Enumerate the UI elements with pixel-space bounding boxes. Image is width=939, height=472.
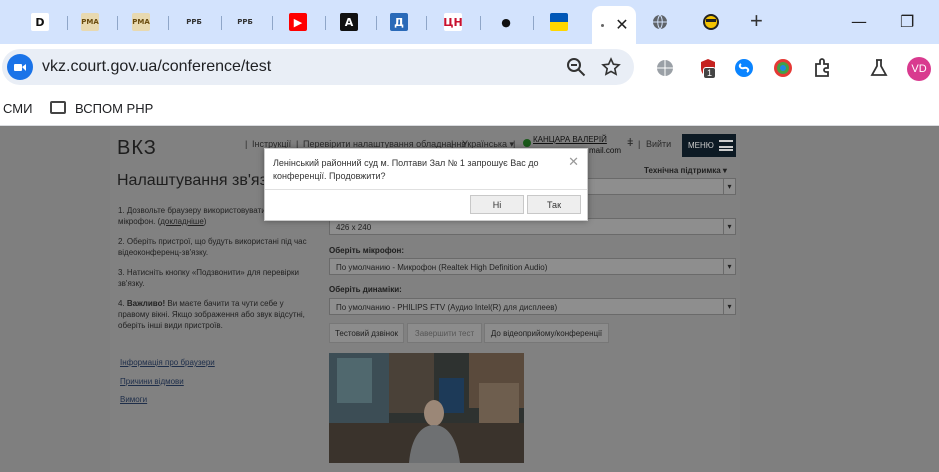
bookmarks-bar: СМИ ВСПОМ PHP [0, 92, 939, 126]
speakers-select[interactable]: По умолчанию - PHILIPS FTV (Аудио Intel(… [329, 298, 736, 315]
tab-mask[interactable] [697, 8, 725, 36]
extensions-puzzle-icon[interactable] [811, 57, 833, 79]
tab-ua-flag[interactable] [545, 8, 573, 36]
tab-rrb-2[interactable]: РРБ [231, 8, 259, 36]
instructions-list: 1. Дозвольте браузеру використовувати ка… [118, 205, 313, 340]
tech-support-dropdown[interactable]: Технічна підтримка ▾ [644, 166, 727, 175]
letter-a-icon: A [340, 13, 358, 31]
tab-active[interactable]: ✕ [592, 6, 636, 44]
tab-youtube[interactable]: ▶ [284, 8, 312, 36]
yes-button[interactable]: Так [527, 195, 581, 214]
url-text[interactable]: vkz.court.gov.ua/conference/test [42, 58, 271, 76]
page-title: Налаштування зв'язку [117, 172, 283, 189]
profile-avatar[interactable]: VD [907, 57, 931, 81]
tab-rrb-1[interactable]: РРБ [180, 8, 208, 36]
labs-flask-icon[interactable] [868, 57, 890, 79]
shazam-extension-icon[interactable] [733, 57, 755, 79]
rma-icon: РМА [132, 13, 150, 31]
menu-label: МЕНЮ [688, 141, 714, 150]
minimize-button[interactable]: — [851, 12, 867, 31]
site-logo[interactable]: ВКЗ [117, 137, 157, 160]
no-button[interactable]: Ні [470, 195, 524, 214]
step-2: 2. Оберіть пристрої, що будуть використа… [118, 237, 307, 257]
refusal-reasons-link[interactable]: Причини відмови [120, 377, 184, 386]
rrb-icon: РРБ [185, 13, 203, 31]
tab-cn[interactable]: ЦН [439, 8, 467, 36]
tab-separator [325, 16, 326, 30]
to-conference-button[interactable]: До відеоприйому/конференції [484, 323, 609, 343]
letter-d-blue-icon: Д [390, 13, 408, 31]
youtube-icon: ▶ [289, 13, 307, 31]
tab-separator [376, 16, 377, 30]
tab-separator [168, 16, 169, 30]
requirements-link[interactable]: Вимоги [120, 395, 147, 404]
ukraine-flag-icon [550, 13, 568, 31]
tab-globe[interactable] [646, 8, 674, 36]
rma-icon: РМА [81, 13, 99, 31]
folder-icon [50, 101, 66, 114]
user-name[interactable]: КАНЦАРА ВАЛЕРІЙ [533, 135, 607, 144]
extension-badge: 1 [703, 67, 717, 79]
exit-link[interactable]: Вийти [646, 139, 671, 149]
incognito-icon: ● [497, 13, 515, 31]
mask-icon [703, 14, 719, 30]
online-status-icon [523, 139, 531, 147]
close-tab-icon[interactable]: ✕ [615, 15, 628, 35]
loading-dot-icon [601, 23, 605, 27]
tab-separator [533, 16, 534, 30]
tab-d-blue[interactable]: Д [385, 8, 413, 36]
user-email: mail.com [589, 146, 622, 155]
close-icon[interactable]: ✕ [568, 154, 579, 170]
browser-toolbar: vkz.court.gov.ua/conference/test [0, 44, 939, 92]
nav-separator: | [638, 139, 641, 149]
microphone-select[interactable]: По умолчанию - Микрофон (Realtek High De… [329, 258, 736, 275]
microphone-label: Оберіть мікрофон: [329, 246, 404, 255]
dialog-divider [265, 189, 587, 190]
key-icon: ǂ [627, 137, 634, 149]
globe-extension-icon[interactable] [654, 57, 676, 79]
step-3: 3. Натисніть кнопку «Подзвонити» для пер… [118, 268, 299, 288]
nav-separator: | [245, 139, 248, 149]
menu-button[interactable]: МЕНЮ [682, 134, 736, 157]
tab-separator [117, 16, 118, 30]
browser-info-link[interactable]: Інформація про браузери [120, 358, 215, 367]
step-4: 4. Важливо! Ви маєте бачити та чути себе… [118, 299, 305, 330]
tab-separator [272, 16, 273, 30]
hamburger-icon [718, 140, 733, 151]
restore-button[interactable]: ❐ [900, 12, 914, 31]
rrb-icon: РРБ [236, 13, 254, 31]
invitation-dialog: Ленінський районний суд м. Полтави Зал №… [264, 148, 588, 221]
tab-separator [426, 16, 427, 30]
bookmark-star-icon[interactable] [601, 57, 621, 77]
self-video-preview [329, 353, 524, 463]
details-link[interactable]: докладніше [160, 217, 204, 226]
color-extension-icon[interactable] [772, 57, 794, 79]
test-call-button[interactable]: Тестовий дзвінок [329, 323, 404, 343]
tab-spy[interactable]: ● [492, 8, 520, 36]
tab-a[interactable]: A [335, 8, 363, 36]
address-bar[interactable]: vkz.court.gov.ua/conference/test [2, 49, 634, 85]
zoom-icon[interactable] [566, 57, 586, 77]
invitation-message: Ленінський районний суд м. Полтави Зал №… [273, 158, 539, 181]
finish-test-button[interactable]: Завершити тест [407, 323, 482, 343]
meet-camera-icon[interactable] [7, 54, 33, 80]
letter-d-icon: D [31, 13, 49, 31]
tab-rma-2[interactable]: РМА [127, 8, 155, 36]
speakers-label: Оберіть динаміки: [329, 285, 402, 294]
bookmark-folder-php[interactable]: ВСПОМ PHP [75, 101, 153, 116]
globe-icon [653, 14, 667, 30]
tab-separator [67, 16, 68, 30]
tab-rma-1[interactable]: РМА [76, 8, 104, 36]
tab-separator [221, 16, 222, 30]
new-tab-button[interactable]: + [750, 10, 763, 32]
tab-separator [480, 16, 481, 30]
bookmark-smi[interactable]: СМИ [3, 101, 32, 116]
tab-d[interactable]: D [26, 8, 54, 36]
cn-icon: ЦН [443, 13, 463, 31]
